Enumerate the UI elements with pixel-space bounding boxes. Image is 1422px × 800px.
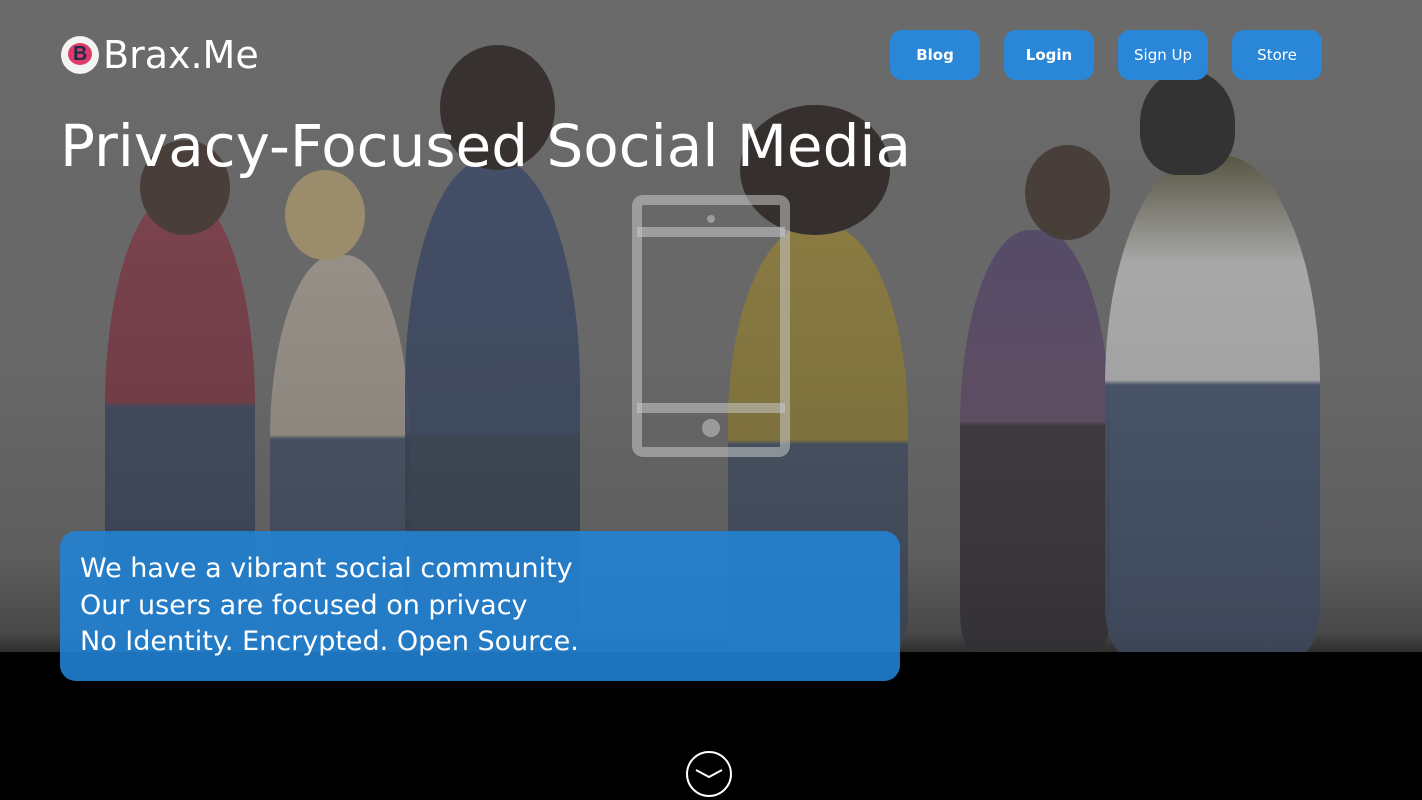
blog-button[interactable]: Blog	[890, 30, 980, 80]
scroll-down-button[interactable]	[686, 751, 732, 797]
chevron-down-icon	[695, 769, 723, 779]
brax-logo-icon	[61, 36, 99, 74]
info-line-privacy: Our users are focused on privacy	[80, 589, 528, 621]
info-line-community: We have a vibrant social community	[80, 553, 573, 584]
login-button[interactable]: Login	[1004, 30, 1094, 80]
info-line-features: No Identity. Encrypted. Open Source.	[80, 626, 579, 657]
page-headline: Privacy-Focused Social Media	[60, 112, 912, 180]
tablet-icon	[632, 195, 790, 457]
brand-logo-link[interactable]: Brax.Me	[61, 33, 259, 77]
info-panel: We have a vibrant social community Our u…	[60, 531, 900, 681]
brand-name: Brax.Me	[103, 33, 259, 77]
store-button[interactable]: Store	[1232, 30, 1322, 80]
sign-up-button[interactable]: Sign Up	[1118, 30, 1208, 80]
